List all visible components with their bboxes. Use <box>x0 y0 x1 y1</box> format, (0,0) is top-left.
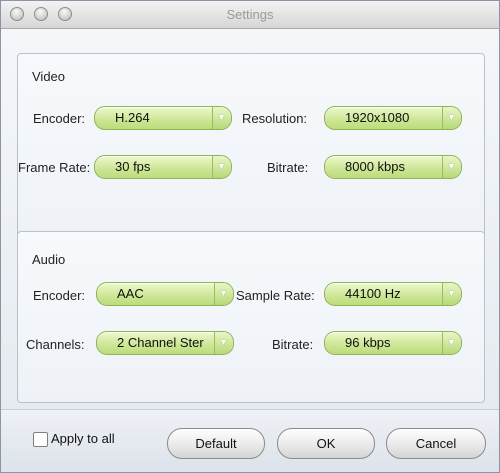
channels-value: 2 Channel Ster <box>117 335 204 350</box>
audio-encoder-value: AAC <box>117 286 144 301</box>
resolution-value: 1920x1080 <box>345 110 410 125</box>
video-encoder-value: H.264 <box>115 110 150 125</box>
button-bar: Apply to all Default OK Cancel <box>1 409 499 472</box>
audio-heading: Audio <box>32 252 66 267</box>
audio-bitrate-select[interactable]: 96 kbps ▼ <box>324 331 462 355</box>
chevron-down-icon[interactable]: ▼ <box>212 107 231 129</box>
video-encoder-select[interactable]: H.264 ▼ <box>94 106 232 130</box>
chevron-down-icon[interactable]: ▼ <box>212 156 231 178</box>
resolution-select[interactable]: 1920x1080 ▼ <box>324 106 462 130</box>
audio-bitrate-label: Bitrate: <box>272 337 314 352</box>
audio-bitrate-value: 96 kbps <box>345 335 391 350</box>
settings-window: Settings Video Encoder: H.264 ▼ Resoluti… <box>0 0 500 473</box>
cancel-button[interactable]: Cancel <box>386 428 486 459</box>
channels-select[interactable]: 2 Channel Ster ▼ <box>96 331 234 355</box>
apply-to-all-label[interactable]: Apply to all <box>51 431 115 446</box>
audio-encoder-label: Encoder: <box>33 288 86 303</box>
channels-label: Channels: <box>26 337 85 352</box>
sample-rate-value: 44100 Hz <box>345 286 401 301</box>
settings-content: Video Encoder: H.264 ▼ Resolution: 1920x… <box>1 29 499 409</box>
window-title: Settings <box>226 7 274 22</box>
title-bar[interactable]: Settings <box>1 1 499 29</box>
sample-rate-select[interactable]: 44100 Hz ▼ <box>324 282 462 306</box>
video-group: Video Encoder: H.264 ▼ Resolution: 1920x… <box>17 53 485 243</box>
video-bitrate-label: Bitrate: <box>267 160 309 175</box>
frame-rate-label: Frame Rate: <box>18 160 91 175</box>
sample-rate-label: Sample Rate: <box>236 288 315 303</box>
apply-to-all-checkbox[interactable] <box>33 432 48 447</box>
chevron-down-icon[interactable]: ▼ <box>214 283 233 305</box>
video-bitrate-value: 8000 kbps <box>345 159 405 174</box>
chevron-down-icon[interactable]: ▼ <box>442 107 461 129</box>
video-heading: Video <box>32 69 66 84</box>
audio-encoder-select[interactable]: AAC ▼ <box>96 282 234 306</box>
chevron-down-icon[interactable]: ▼ <box>442 332 461 354</box>
chevron-down-icon[interactable]: ▼ <box>442 283 461 305</box>
video-bitrate-select[interactable]: 8000 kbps ▼ <box>324 155 462 179</box>
audio-group: Audio Encoder: AAC ▼ Sample Rate: 44100 … <box>17 231 485 403</box>
frame-rate-select[interactable]: 30 fps ▼ <box>94 155 232 179</box>
ok-button[interactable]: OK <box>277 428 375 459</box>
frame-rate-value: 30 fps <box>115 159 151 174</box>
chevron-down-icon[interactable]: ▼ <box>214 332 233 354</box>
default-button[interactable]: Default <box>167 428 265 459</box>
video-encoder-label: Encoder: <box>33 111 86 126</box>
chevron-down-icon[interactable]: ▼ <box>442 156 461 178</box>
resolution-label: Resolution: <box>242 111 308 126</box>
